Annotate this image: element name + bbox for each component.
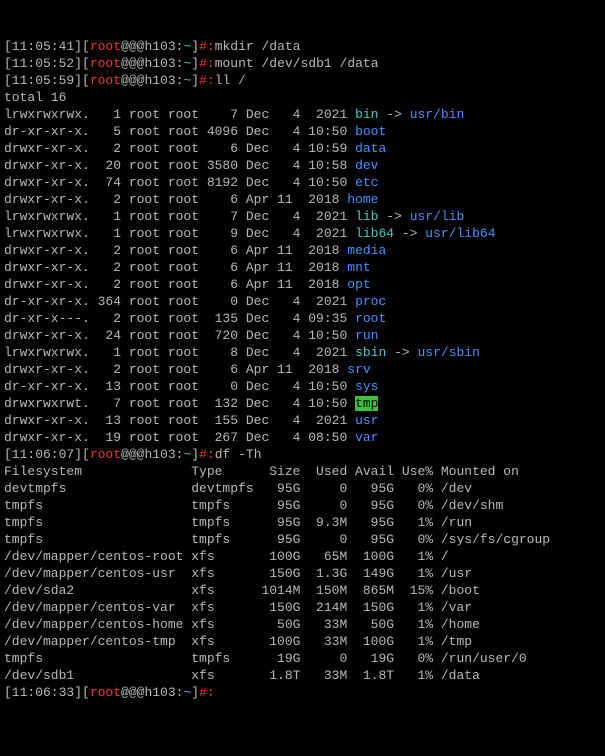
prompt-symbol: #: [199,73,215,88]
prompt-command[interactable]: ll / [215,73,246,88]
ls-target: usr/lib [410,209,465,224]
ls-name: bin [355,107,378,122]
ls-row: drwxr-xr-x. 20 root root 3580 Dec 4 10:5… [4,158,355,173]
df-row: /dev/mapper/centos-var xfs 150G 214M 150… [4,600,472,615]
ls-name: boot [355,124,386,139]
ls-row: drwxr-xr-x. 2 root root 6 Apr 11 2018 [4,243,347,258]
ls-name: sbin [355,345,386,360]
df-row: /dev/mapper/centos-root xfs 100G 65M 100… [4,549,449,564]
prompt-symbol: #: [199,685,215,700]
ls-row: drwxr-xr-x. 2 root root 6 Apr 11 2018 [4,192,347,207]
df-row: /dev/sda2 xfs 1014M 150M 865M 15% /boot [4,583,480,598]
ls-row: drwxr-xr-x. 2 root root 6 Apr 11 2018 [4,362,347,377]
ls-arrow: -> [378,209,409,224]
ls-name: sys [355,379,378,394]
ls-name: root [355,311,386,326]
prompt-bracket: ] [191,56,199,71]
ls-total: total 16 [4,90,66,105]
ls-arrow: -> [386,345,417,360]
ls-name: etc [355,175,378,190]
df-row: /dev/mapper/centos-home xfs 50G 33M 50G … [4,617,480,632]
ls-name: run [355,328,378,343]
ls-row: drwxr-xr-x. 2 root root 6 Apr 11 2018 [4,260,347,275]
prompt-command[interactable]: mount /dev/sdb1 /data [215,56,379,71]
prompt-user: root [90,39,121,54]
df-row: /dev/mapper/centos-tmp xfs 100G 33M 100G… [4,634,472,649]
ls-arrow: -> [378,107,409,122]
prompt-host: @@@h103: [121,447,183,462]
ls-name: home [347,192,378,207]
ls-target: usr/lib64 [425,226,495,241]
df-row: tmpfs tmpfs 95G 9.3M 95G 1% /run [4,515,472,530]
prompt-bracket: ] [191,73,199,88]
ls-row: drwxr-xr-x. 2 root root 6 Apr 11 2018 [4,277,347,292]
ls-name: tmp [355,396,378,411]
ls-row: dr-xr-x---. 2 root root 135 Dec 4 09:35 [4,311,355,326]
df-header: Filesystem Type Size Used Avail Use% Mou… [4,464,519,479]
prompt-time: [11:06:33][ [4,685,90,700]
ls-name: dev [355,158,378,173]
ls-name: srv [347,362,370,377]
ls-name: mnt [347,260,370,275]
ls-row: lrwxrwxrwx. 1 root root 9 Dec 4 2021 [4,226,355,241]
ls-name: media [347,243,386,258]
df-row: /dev/sdb1 xfs 1.8T 33M 1.8T 1% /data [4,668,480,683]
df-row: tmpfs tmpfs 95G 0 95G 0% /dev/shm [4,498,503,513]
ls-name: lib [355,209,378,224]
prompt-time: [11:05:52][ [4,56,90,71]
ls-name: data [355,141,386,156]
prompt-command[interactable]: df -Th [215,447,262,462]
ls-arrow: -> [394,226,425,241]
prompt-time: [11:05:41][ [4,39,90,54]
prompt-host: @@@h103: [121,73,183,88]
ls-target: usr/sbin [418,345,480,360]
ls-name: lib64 [355,226,394,241]
df-row: tmpfs tmpfs 95G 0 95G 0% /sys/fs/cgroup [4,532,550,547]
ls-row: drwxr-xr-x. 2 root root 6 Dec 4 10:59 [4,141,355,156]
prompt-bracket: ] [191,39,199,54]
ls-target: usr/bin [410,107,465,122]
prompt-symbol: #: [199,447,215,462]
df-row: devtmpfs devtmpfs 95G 0 95G 0% /dev [4,481,472,496]
prompt-host: @@@h103: [121,685,183,700]
ls-row: drwxr-xr-x. 74 root root 8192 Dec 4 10:5… [4,175,355,190]
ls-name: opt [347,277,370,292]
ls-row: lrwxrwxrwx. 1 root root 7 Dec 4 2021 [4,209,355,224]
ls-row: dr-xr-xr-x. 364 root root 0 Dec 4 2021 [4,294,355,309]
ls-row: drwxr-xr-x. 19 root root 267 Dec 4 08:50 [4,430,355,445]
prompt-host: @@@h103: [121,39,183,54]
prompt-bracket: ] [191,447,199,462]
ls-row: lrwxrwxrwx. 1 root root 7 Dec 4 2021 [4,107,355,122]
ls-row: dr-xr-xr-x. 13 root root 0 Dec 4 10:50 [4,379,355,394]
df-row: /dev/mapper/centos-usr xfs 150G 1.3G 149… [4,566,472,581]
prompt-time: [11:05:59][ [4,73,90,88]
terminal-output: [11:05:41][root@@@h103:~]#:mkdir /data [… [4,38,601,701]
prompt-bracket: ] [191,685,199,700]
prompt-user: root [90,447,121,462]
ls-row: drwxr-xr-x. 24 root root 720 Dec 4 10:50 [4,328,355,343]
prompt-time: [11:06:07][ [4,447,90,462]
ls-row: dr-xr-xr-x. 5 root root 4096 Dec 4 10:50 [4,124,355,139]
prompt-host: @@@h103: [121,56,183,71]
prompt-user: root [90,73,121,88]
prompt-symbol: #: [199,56,215,71]
ls-row: lrwxrwxrwx. 1 root root 8 Dec 4 2021 [4,345,355,360]
ls-name: usr [355,413,378,428]
prompt-user: root [90,685,121,700]
df-row: tmpfs tmpfs 19G 0 19G 0% /run/user/0 [4,651,527,666]
ls-row: drwxrwxrwt. 7 root root 132 Dec 4 10:50 [4,396,355,411]
prompt-symbol: #: [199,39,215,54]
prompt-user: root [90,56,121,71]
prompt-command[interactable]: mkdir /data [215,39,301,54]
ls-name: proc [355,294,386,309]
ls-name: var [355,430,378,445]
ls-row: drwxr-xr-x. 13 root root 155 Dec 4 2021 [4,413,355,428]
